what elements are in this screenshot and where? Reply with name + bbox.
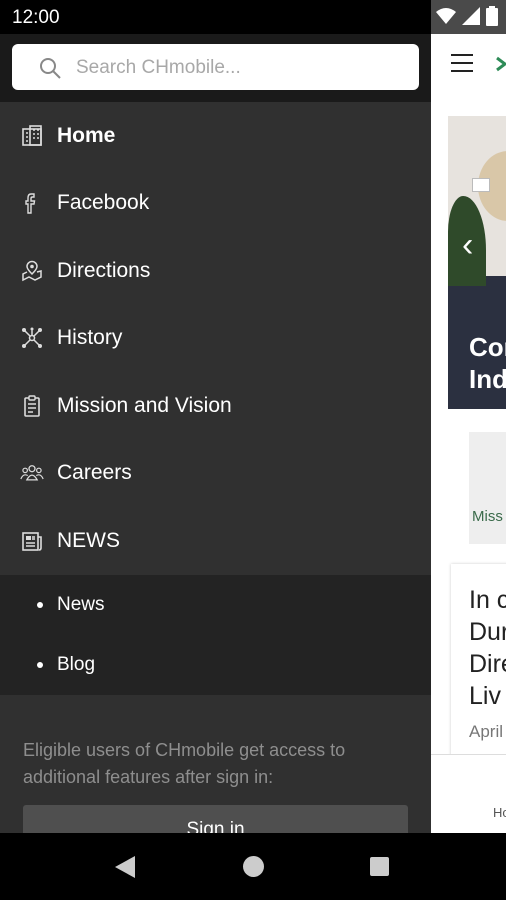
carousel-prev-icon[interactable]: ‹ <box>462 226 473 265</box>
navigation-drawer: Home Facebook Directions History Mission… <box>0 34 431 833</box>
bullet-icon <box>37 601 43 608</box>
search-icon <box>40 58 61 79</box>
submenu-item-news[interactable]: News <box>0 575 431 635</box>
menu-item-label: Home <box>57 123 116 147</box>
search-input[interactable] <box>74 44 408 92</box>
menu-item-directions[interactable]: Directions <box>0 237 431 305</box>
android-navigation-bar <box>0 833 506 900</box>
building-icon <box>20 124 44 148</box>
menu-item-home[interactable]: Home <box>0 102 431 170</box>
submenu-item-blog[interactable]: Blog <box>0 635 431 695</box>
news-submenu: News Blog <box>0 574 431 695</box>
news-card-title: In c Dur Dire Liv <box>469 586 506 710</box>
background-app: ‹ Cor Ind Miss In c Dur Dire Liv April H… <box>431 34 506 833</box>
system-icons <box>436 6 498 26</box>
back-icon[interactable] <box>114 855 136 879</box>
menu-item-label: Mission and Vision <box>57 393 232 417</box>
status-bar: 12:00 <box>0 0 506 34</box>
menu-item-news[interactable]: NEWS <box>0 507 431 575</box>
signal-icon <box>462 7 480 25</box>
facebook-icon <box>20 191 44 215</box>
map-pin-icon <box>20 259 44 283</box>
hamburger-menu-icon[interactable] <box>451 54 473 78</box>
network-icon <box>20 326 44 350</box>
hero-carousel[interactable]: ‹ Cor Ind <box>448 116 506 409</box>
hero-title: Cor Ind <box>469 332 506 394</box>
mission-card[interactable]: Miss <box>469 432 506 544</box>
menu-item-label: Facebook <box>57 191 150 215</box>
menu-item-mission-and-vision[interactable]: Mission and Vision <box>0 372 431 440</box>
clipboard-icon <box>20 394 44 418</box>
sign-in-info-text: Eligible users of CHmobile get access to… <box>23 740 346 787</box>
menu-item-label: History <box>57 326 123 350</box>
battery-icon <box>486 6 498 26</box>
search-box[interactable] <box>12 44 419 92</box>
status-time: 12:00 <box>12 7 60 28</box>
menu-item-history[interactable]: History <box>0 305 431 373</box>
menu-item-label: Careers <box>57 461 132 485</box>
menu-item-label: NEWS <box>57 528 120 552</box>
drawer-menu: Home Facebook Directions History Mission… <box>0 102 431 695</box>
submenu-item-label: News <box>57 593 105 615</box>
bottom-nav[interactable]: Ho <box>431 754 506 833</box>
search-bar-container <box>0 34 431 102</box>
bullet-icon <box>37 661 43 668</box>
recent-apps-icon[interactable] <box>370 857 389 876</box>
menu-item-careers[interactable]: Careers <box>0 440 431 508</box>
home-icon[interactable] <box>243 856 264 877</box>
menu-item-facebook[interactable]: Facebook <box>0 170 431 238</box>
people-group-icon <box>20 461 44 485</box>
news-card-date: April <box>469 722 504 741</box>
menu-item-label: Directions <box>57 258 151 282</box>
wifi-icon <box>436 8 456 24</box>
sign-in-button[interactable]: Sign in <box>23 805 408 833</box>
logo-icon <box>496 56 506 72</box>
newspaper-icon <box>20 529 44 553</box>
submenu-item-label: Blog <box>57 653 96 675</box>
